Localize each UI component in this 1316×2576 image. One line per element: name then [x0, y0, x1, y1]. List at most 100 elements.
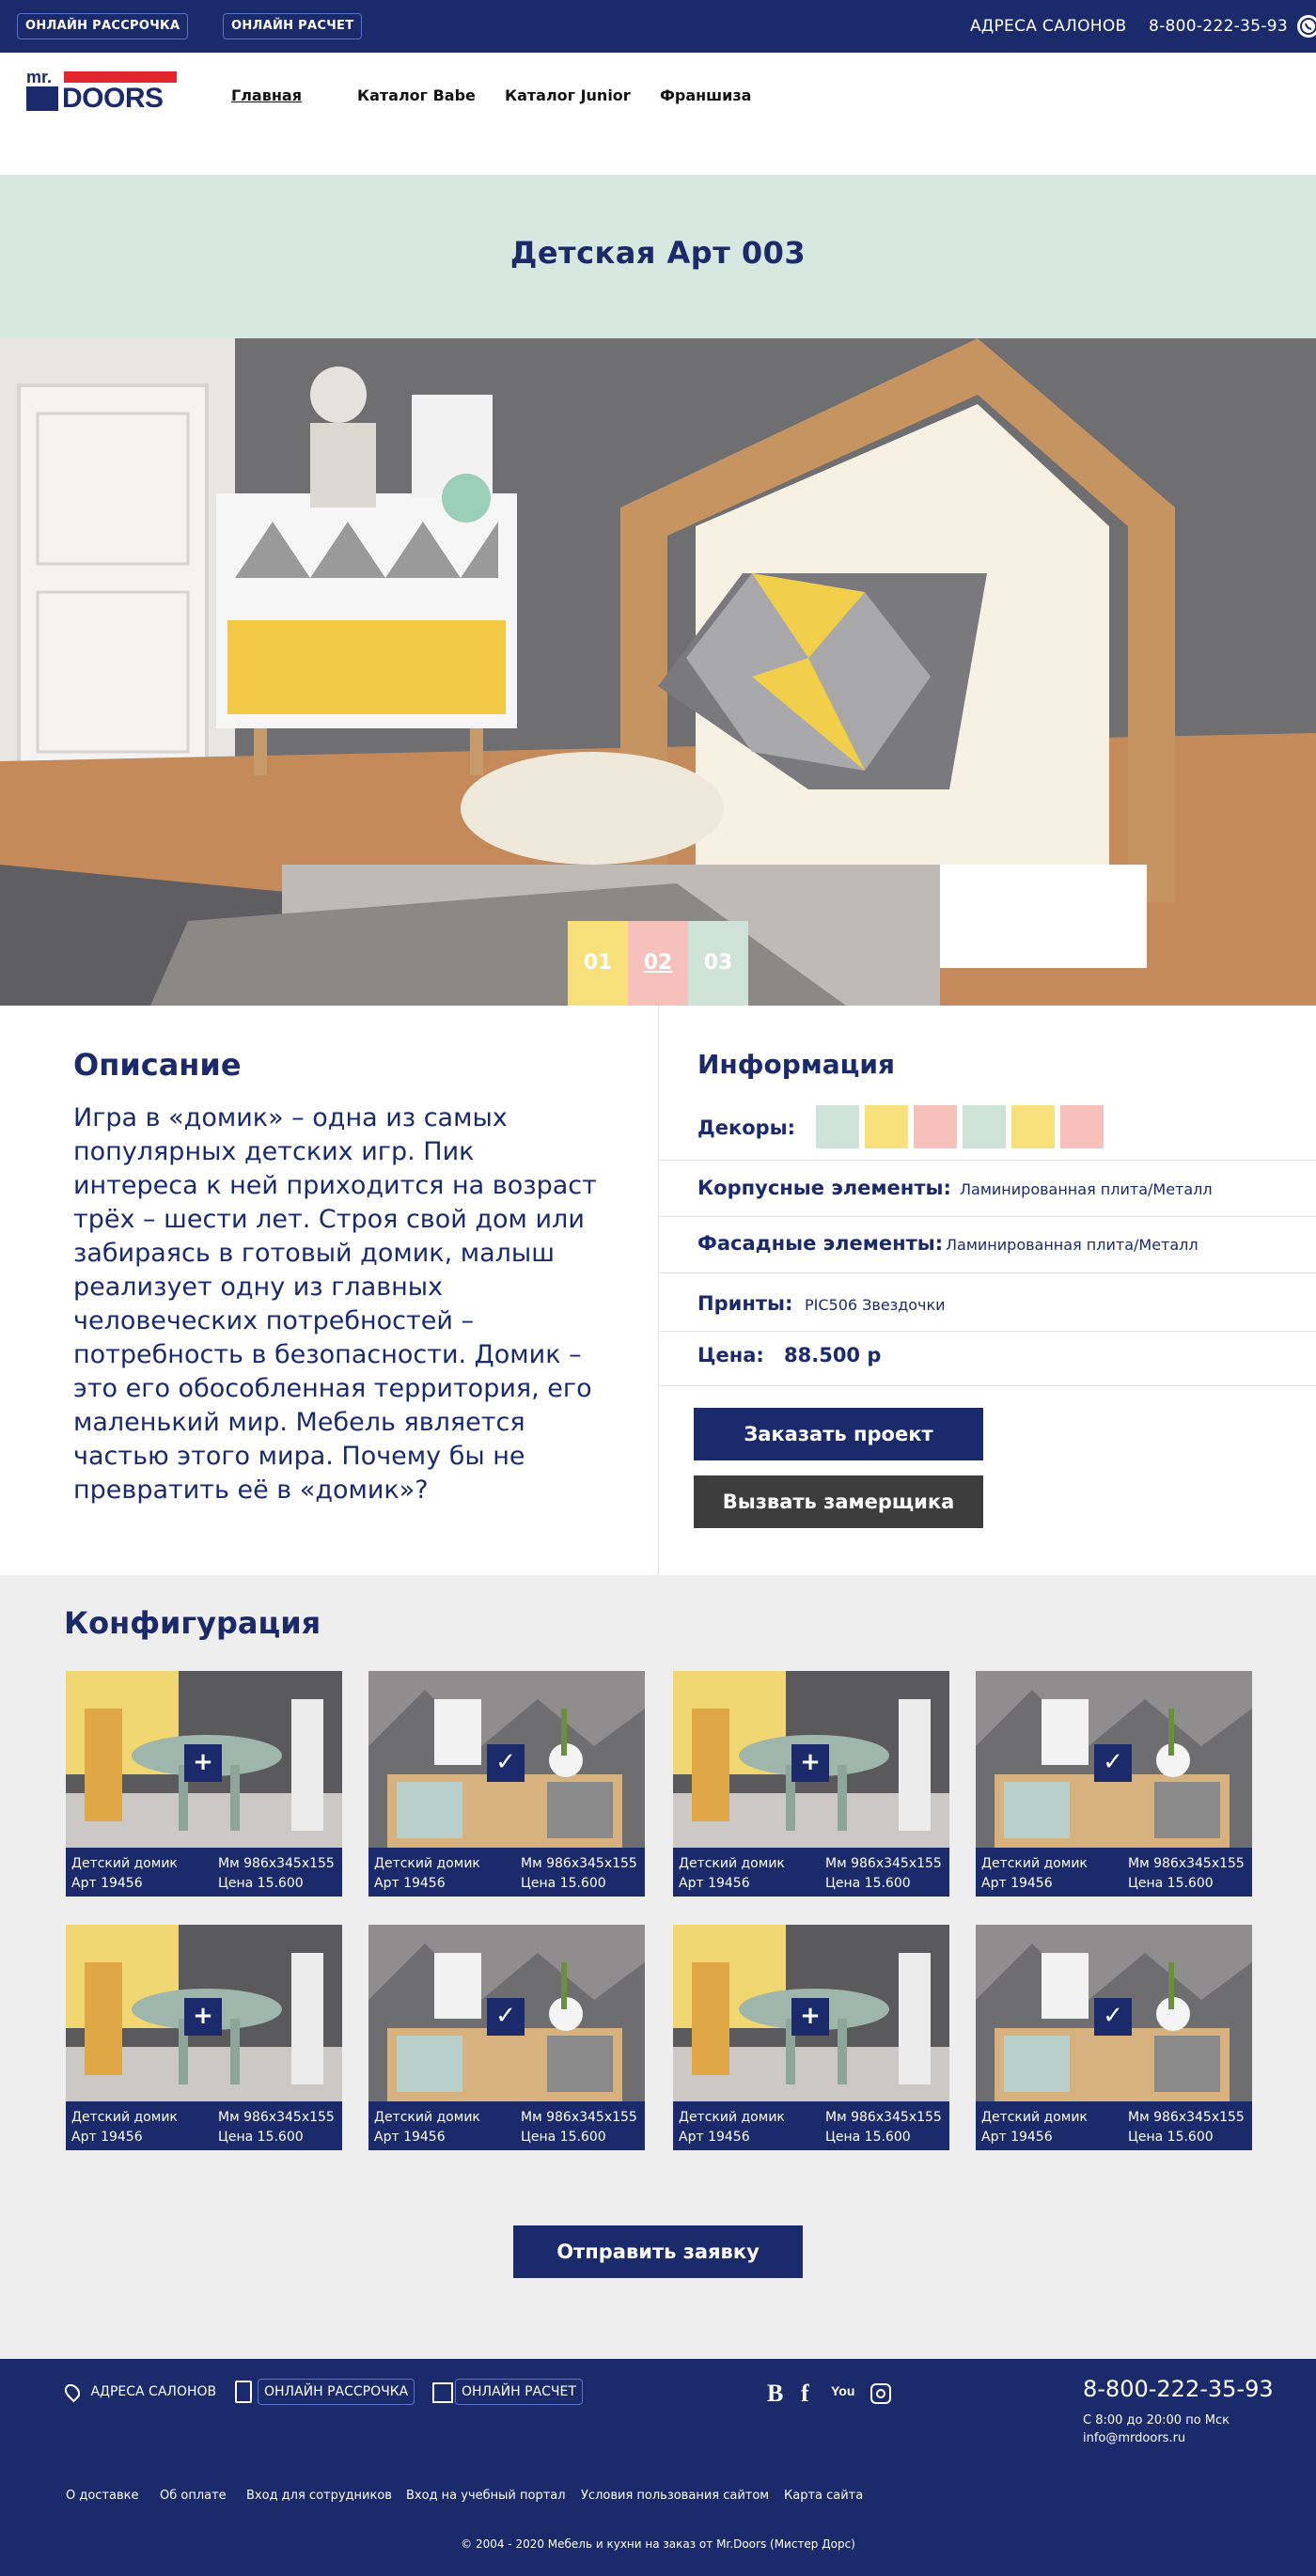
facade-elements-label: Фасадные элементы:	[697, 1232, 944, 1255]
footer-link-payment[interactable]: Об оплате	[160, 2489, 227, 2503]
whatsapp-icon[interactable]	[1297, 15, 1316, 38]
decor-swatch[interactable]	[865, 1105, 908, 1148]
info-divider	[659, 1160, 1316, 1161]
logo-doors: DOORS	[62, 83, 164, 114]
location-pin-icon	[61, 2381, 84, 2403]
add-icon[interactable]: +	[184, 1744, 222, 1782]
nav-catalog-babe[interactable]: Каталог Babe	[357, 86, 476, 104]
call-measurer-button[interactable]: Вызвать замерщика	[694, 1475, 983, 1528]
card-price: Цена 15.600	[1128, 2130, 1214, 2145]
top-phone[interactable]: 8-800-222-35-93	[1149, 0, 1288, 53]
card-name: Детский домик	[71, 1856, 178, 1871]
card-caption: Детский домик Мм 986x345x155 Арт 19456 Цена…	[673, 1848, 949, 1897]
card-name: Детский домик	[981, 1856, 1088, 1871]
body-elements-label: Корпусные элементы:	[697, 1177, 951, 1199]
logo-blue-square	[26, 86, 58, 111]
config-card[interactable]: ✓ Детский домик Мм 986x345x155 Арт 19456 Цен…	[368, 1671, 645, 1897]
footer-link-terms[interactable]: Условия пользования сайтом	[581, 2489, 769, 2503]
footer-salons-link[interactable]: АДРЕСА САЛОНОВ	[61, 2381, 217, 2403]
nav-franchise[interactable]: Франшиза	[660, 86, 751, 104]
footer-email[interactable]: info@mrdoors.ru	[1083, 2431, 1185, 2445]
add-icon[interactable]: +	[791, 1998, 829, 2036]
info-title: Информация	[697, 1049, 895, 1080]
footer-link-sitemap[interactable]: Карта сайта	[784, 2489, 863, 2503]
vk-icon[interactable]: B	[767, 2380, 783, 2408]
slide-tab-2[interactable]: 02	[628, 921, 688, 1006]
card-art: Арт 19456	[374, 2130, 446, 2145]
card-caption: Детский домик Мм 986x345x155 Арт 19456 Цена…	[368, 1848, 645, 1897]
instagram-lens	[876, 2389, 885, 2398]
footer-link-edu-portal[interactable]: Вход на учебный портал	[406, 2489, 566, 2503]
footer-link-staff-login[interactable]: Вход для сотрудников	[246, 2489, 392, 2503]
ruler-icon	[432, 2382, 453, 2403]
config-card[interactable]: + Детский домик Мм 986x345x155 Арт 19456 Цен…	[673, 1925, 949, 2150]
check-icon[interactable]: ✓	[487, 1998, 525, 2036]
nav-home[interactable]: Главная	[231, 86, 302, 104]
card-art: Арт 19456	[679, 2130, 750, 2145]
footer-calc-button[interactable]: ОНЛАЙН РАСЧЕТ	[455, 2379, 583, 2405]
slide-tab-1[interactable]: 01	[568, 921, 628, 1006]
card-size: Мм 986x345x155	[521, 1856, 637, 1871]
config-card[interactable]: + Детский домик Мм 986x345x155 Арт 19456 Цен…	[66, 1671, 342, 1897]
card-caption: Детский домик Мм 986x345x155 Арт 19456 Цена…	[673, 2101, 949, 2150]
installment-button[interactable]: ОНЛАЙН РАССРОЧКА	[17, 13, 189, 39]
decor-swatch[interactable]	[914, 1105, 957, 1148]
order-project-button[interactable]: Заказать проект	[694, 1408, 983, 1460]
footer-phone[interactable]: 8-800-222-35-93	[1083, 2376, 1274, 2402]
card-name: Детский домик	[374, 2110, 480, 2125]
price-label: Цена:	[697, 1344, 764, 1366]
decor-swatch[interactable]	[1011, 1105, 1055, 1148]
facade-elements-value: Ламинированная плита/Металл	[946, 1236, 1198, 1254]
footer-installment-button[interactable]: ОНЛАЙН РАССРОЧКА	[258, 2379, 415, 2405]
prints-label: Принты:	[697, 1292, 793, 1315]
card-art: Арт 19456	[679, 1876, 750, 1891]
section-divider	[658, 1006, 659, 1575]
decor-swatch[interactable]	[816, 1105, 859, 1148]
card-caption: Детский домик Мм 986x345x155 Арт 19456 Цена…	[976, 2101, 1252, 2150]
card-art: Арт 19456	[71, 1876, 143, 1891]
prints-value: PIC506 Звездочки	[805, 1296, 946, 1314]
card-size: Мм 986x345x155	[1128, 1856, 1245, 1871]
decor-swatch[interactable]	[963, 1105, 1006, 1148]
card-price: Цена 15.600	[218, 1876, 304, 1891]
check-icon[interactable]: ✓	[1094, 1998, 1132, 2036]
footer-copyright: © 2004 - 2020 Мебель и кухни на заказ от…	[461, 2537, 855, 2551]
submit-request-button[interactable]: Отправить заявку	[513, 2225, 803, 2278]
decor-label: Декоры:	[697, 1116, 796, 1139]
footer-link-delivery[interactable]: О доставке	[66, 2489, 139, 2503]
hero-image	[0, 338, 1316, 1006]
salons-link[interactable]: АДРЕСА САЛОНОВ	[970, 0, 1127, 53]
card-price: Цена 15.600	[521, 1876, 606, 1891]
card-caption: Детский домик Мм 986x345x155 Арт 19456 Цена…	[66, 1848, 342, 1897]
facebook-icon[interactable]: f	[801, 2380, 809, 2408]
footer-salons-label: АДРЕСА САЛОНОВ	[90, 2384, 217, 2399]
online-calc-button[interactable]: ОНЛАЙН РАСЧЕТ	[223, 13, 363, 39]
card-name: Детский домик	[374, 1856, 480, 1871]
card-art: Арт 19456	[374, 1876, 446, 1891]
footer-hours: С 8:00 до 20:00 по Мск	[1083, 2413, 1230, 2428]
config-card[interactable]: ✓ Детский домик Мм 986x345x155 Арт 19456 Цен…	[976, 1925, 1252, 2150]
config-card[interactable]: ✓ Детский домик Мм 986x345x155 Арт 19456 Цен…	[976, 1671, 1252, 1897]
card-name: Детский домик	[981, 2110, 1088, 2125]
check-icon[interactable]: ✓	[1094, 1744, 1132, 1782]
calculator-icon	[235, 2381, 252, 2403]
card-size: Мм 986x345x155	[218, 2110, 335, 2125]
card-art: Арт 19456	[981, 2130, 1053, 2145]
slide-tab-3[interactable]: 03	[688, 921, 748, 1006]
info-divider	[659, 1385, 1316, 1386]
instagram-icon[interactable]	[870, 2383, 891, 2404]
decor-swatch[interactable]	[1060, 1105, 1104, 1148]
config-card[interactable]: + Детский домик Мм 986x345x155 Арт 19456 Цен…	[66, 1925, 342, 2150]
youtube-icon[interactable]: You	[831, 2383, 854, 2398]
logo-red-bar	[64, 71, 177, 83]
card-size: Мм 986x345x155	[825, 2110, 942, 2125]
card-size: Мм 986x345x155	[521, 2110, 637, 2125]
add-icon[interactable]: +	[184, 1998, 222, 2036]
config-card[interactable]: + Детский домик Мм 986x345x155 Арт 19456 Цен…	[673, 1671, 949, 1897]
description-text: Игра в «домик» – одна из самых популярны…	[73, 1103, 597, 1505]
check-icon[interactable]: ✓	[487, 1744, 525, 1782]
nav-catalog-junior[interactable]: Каталог Junior	[505, 86, 631, 104]
add-icon[interactable]: +	[791, 1744, 829, 1782]
logo[interactable]: mr. DOORS	[26, 68, 177, 114]
config-card[interactable]: ✓ Детский домик Мм 986x345x155 Арт 19456 Цен…	[368, 1925, 645, 2150]
